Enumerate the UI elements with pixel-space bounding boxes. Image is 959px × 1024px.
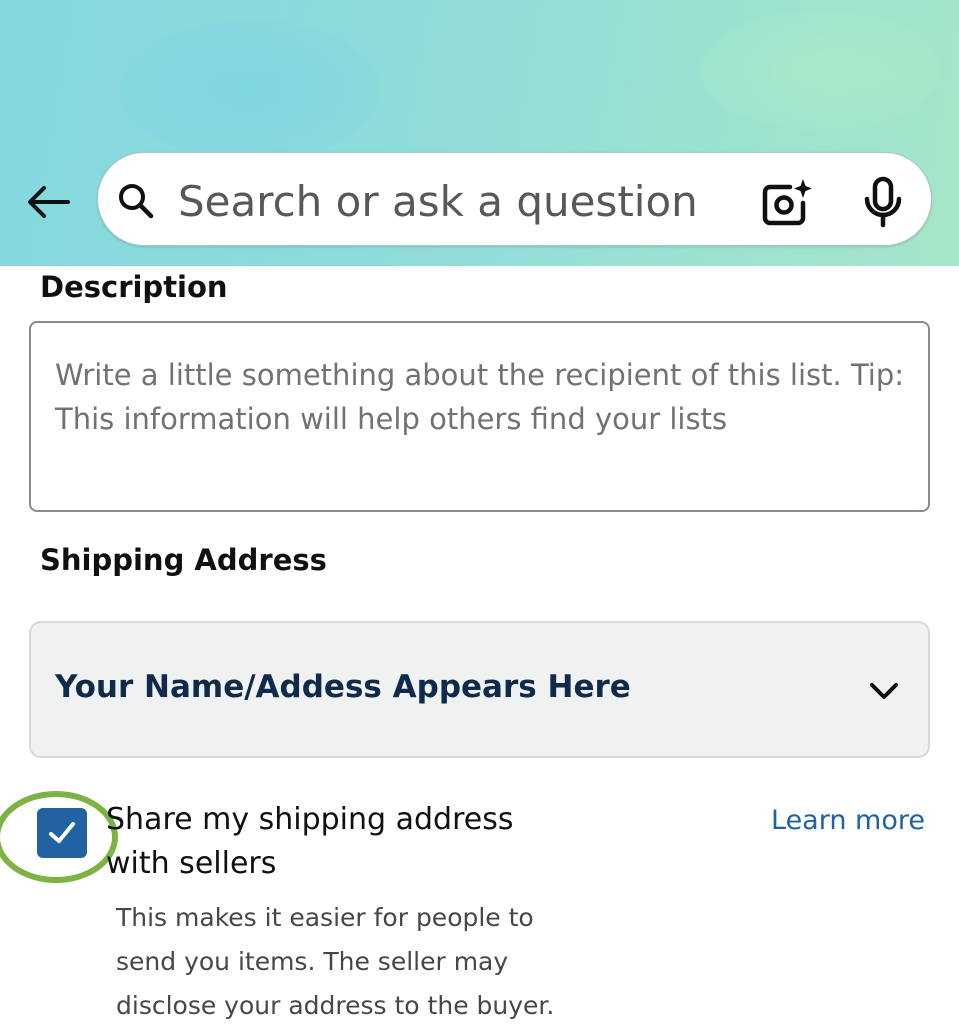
shipping-address-label: Shipping Address (40, 543, 327, 577)
highlight-circle-annotation (0, 791, 118, 883)
search-input[interactable] (178, 171, 738, 231)
share-address-label[interactable]: Share my shipping address with sellers (106, 798, 536, 886)
back-arrow-icon (28, 186, 70, 218)
search-bar[interactable] (97, 152, 932, 246)
app-header (0, 0, 959, 266)
voice-search-button[interactable] (858, 175, 908, 229)
share-address-helper-text: This makes it easier for people to send … (116, 903, 555, 1020)
description-label: Description (40, 270, 228, 304)
header-decoration (120, 20, 380, 160)
camera-sparkle-icon (762, 179, 812, 226)
chevron-down-icon (870, 683, 898, 699)
selected-address: Your Name/Addess Appears Here (55, 669, 631, 705)
microphone-icon (864, 176, 902, 228)
description-field[interactable] (29, 321, 930, 512)
search-icon (119, 184, 154, 219)
header-decoration (700, 10, 940, 130)
back-button[interactable] (22, 176, 74, 228)
learn-more-link[interactable]: Learn more (771, 805, 925, 836)
shipping-address-dropdown[interactable]: Your Name/Addess Appears Here (29, 621, 930, 758)
camera-search-button[interactable] (760, 175, 816, 229)
